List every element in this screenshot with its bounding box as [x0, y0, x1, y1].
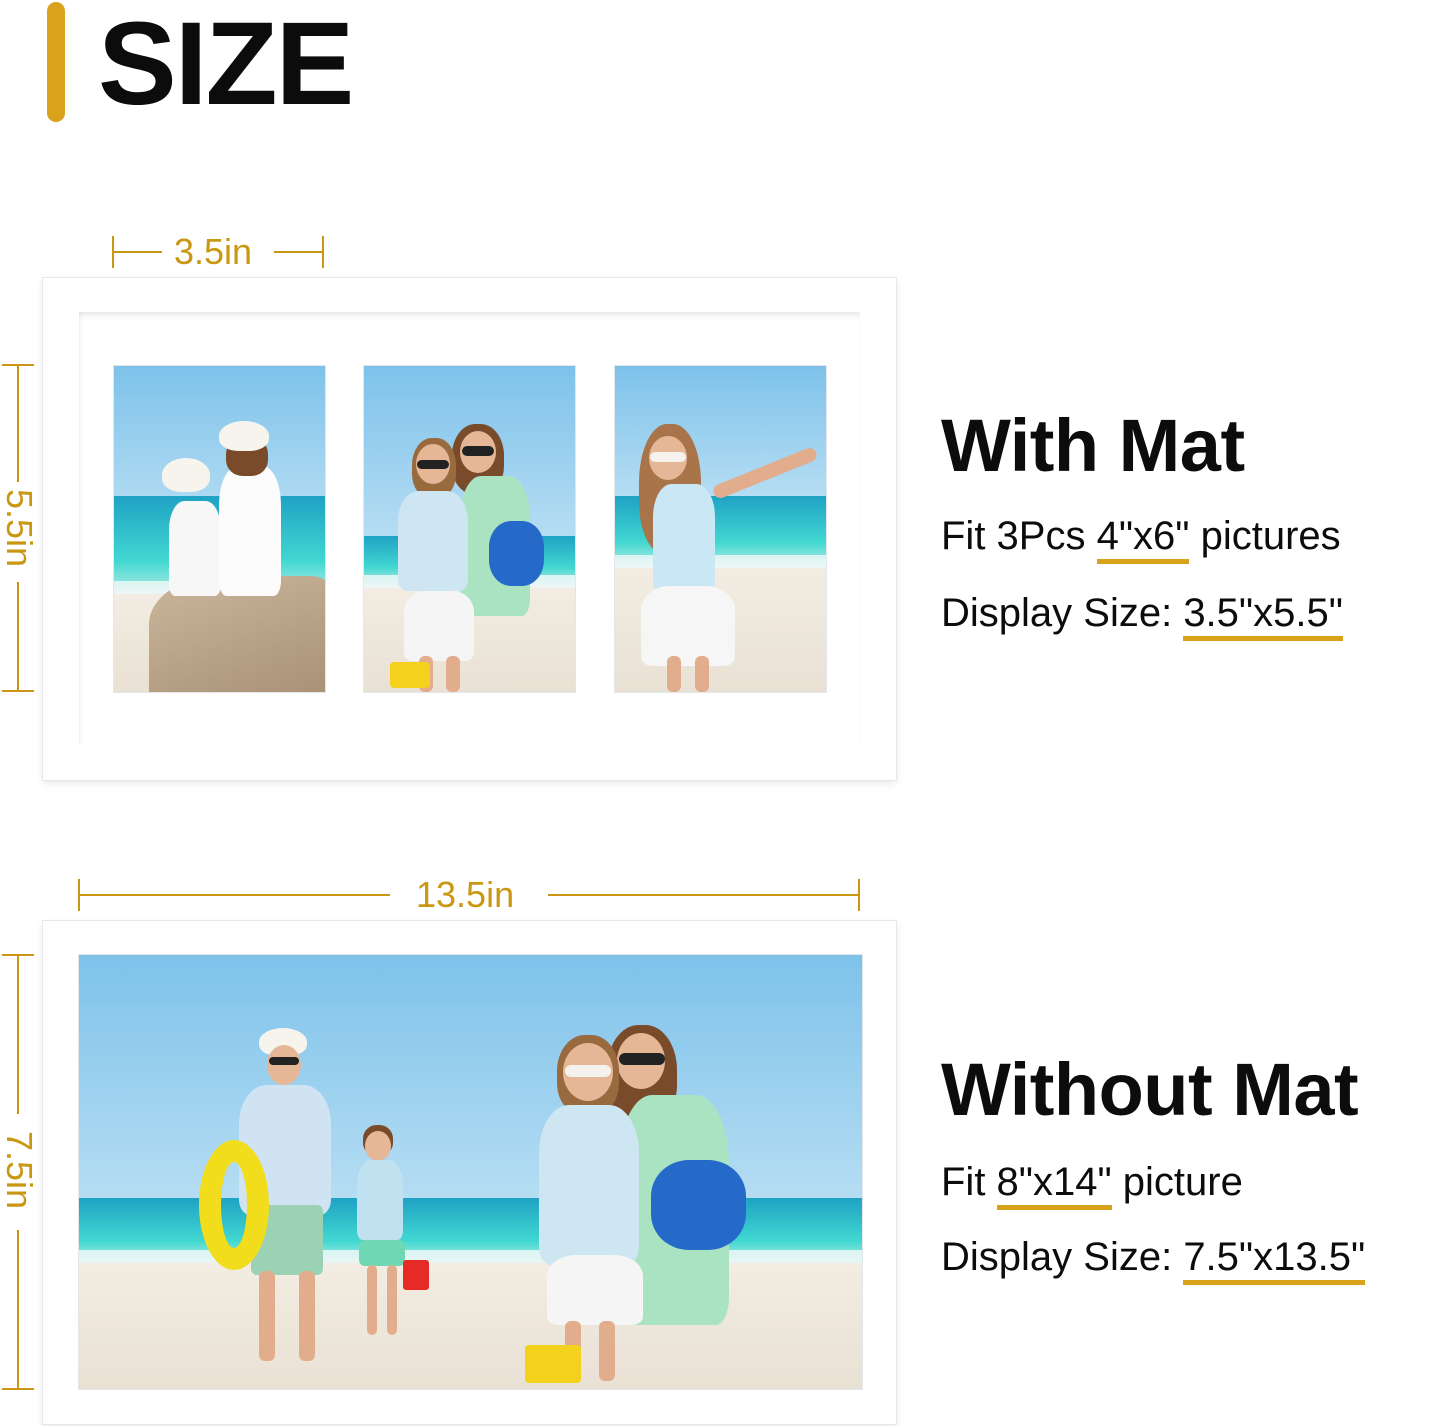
display-prefix: Display Size:	[941, 591, 1184, 635]
page-title: SIZE	[98, 0, 354, 130]
frame-with-mat	[43, 278, 896, 780]
fit-prefix: Fit	[941, 1160, 997, 1204]
towel	[651, 1160, 746, 1250]
bucket	[390, 662, 430, 688]
frame-without-mat	[43, 921, 896, 1424]
towel	[489, 521, 544, 586]
without-mat-display-line: Display Size: 7.5"x13.5"	[941, 1233, 1366, 1285]
fit-suffix: picture	[1111, 1160, 1243, 1204]
with-mat-heading: With Mat	[941, 404, 1245, 487]
red-bucket	[403, 1260, 429, 1290]
with-mat-display-line: Display Size: 3.5"x5.5"	[941, 589, 1343, 641]
photo-window-2	[364, 366, 575, 692]
display-prefix: Display Size:	[941, 1235, 1184, 1279]
height-dimension-with-mat: 5.5in	[0, 364, 40, 692]
without-mat-fit-line: Fit 8"x14" picture	[941, 1158, 1243, 1210]
swim-ring	[199, 1140, 269, 1270]
width-dimension-without-mat: 13.5in	[78, 874, 862, 915]
height-label: 7.5in	[0, 1130, 40, 1210]
bucket	[525, 1345, 581, 1383]
width-label: 3.5in	[174, 231, 253, 272]
with-mat-fit-line: Fit 3Pcs 4"x6" pictures	[941, 512, 1341, 564]
fit-size-highlight: 4"x6"	[1096, 514, 1190, 564]
without-mat-heading: Without Mat	[941, 1048, 1359, 1131]
display-size-highlight: 7.5"x13.5"	[1183, 1235, 1366, 1285]
display-size-highlight: 3.5"x5.5"	[1183, 591, 1343, 641]
width-label: 13.5in	[416, 874, 515, 915]
photo-window-3	[615, 366, 826, 692]
photo-window-full	[79, 955, 862, 1389]
fit-suffix: pictures	[1189, 514, 1341, 558]
height-dimension-without-mat: 7.5in	[0, 954, 40, 1390]
width-dimension-with-mat: 3.5in	[112, 231, 326, 272]
title-accent-bar	[47, 2, 65, 122]
fit-size-highlight: 8"x14"	[996, 1160, 1112, 1210]
photo-window-1	[114, 366, 325, 692]
fit-prefix: Fit 3Pcs	[941, 514, 1097, 558]
height-label: 5.5in	[0, 488, 40, 568]
